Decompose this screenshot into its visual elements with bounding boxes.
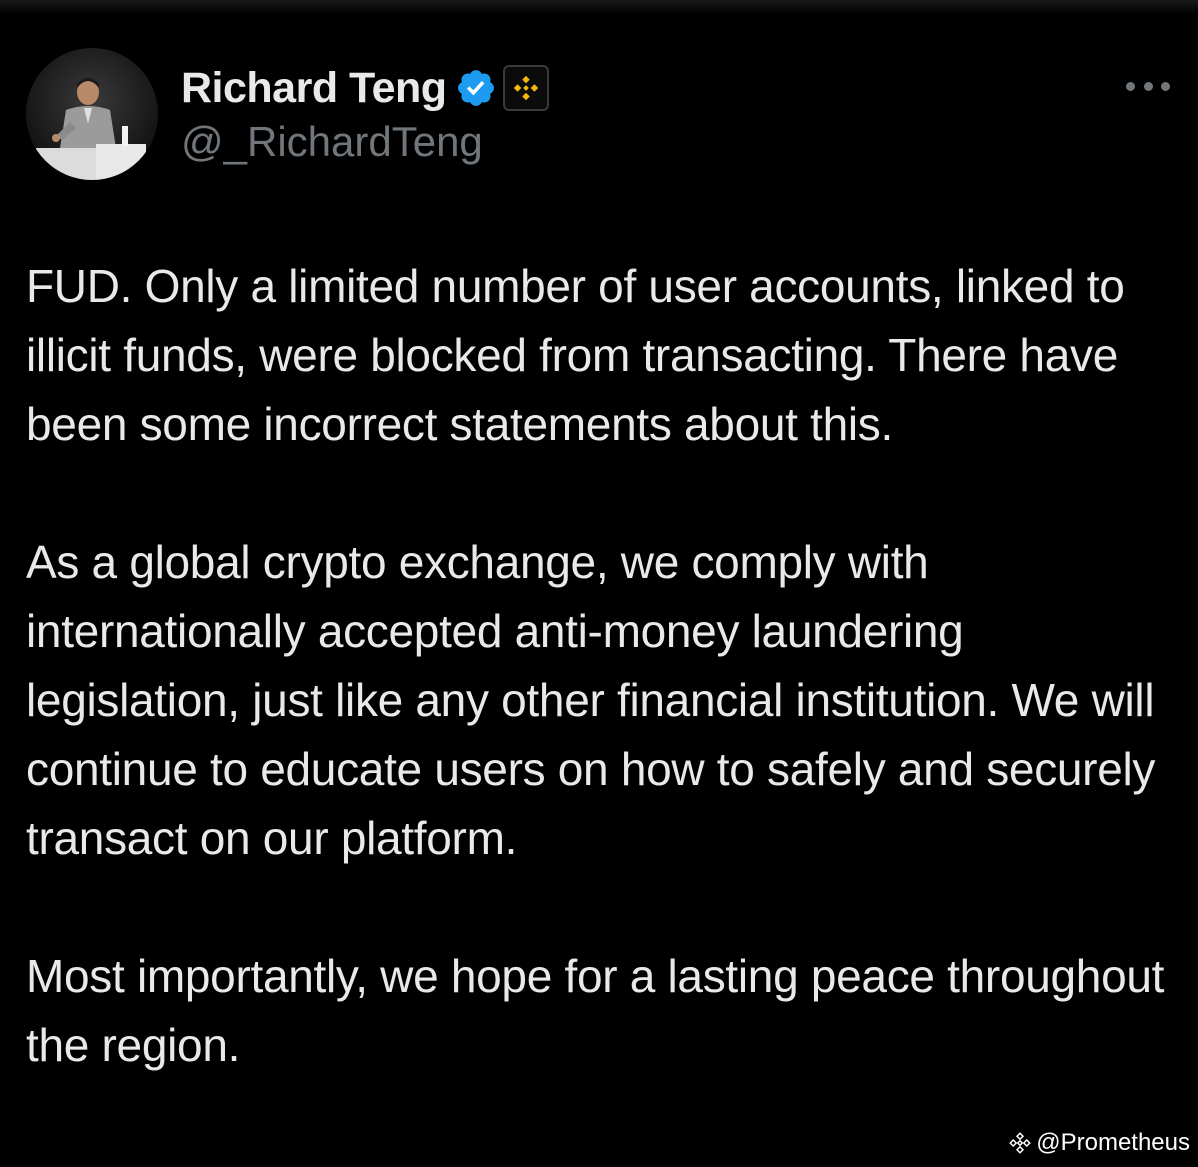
watermark-text: @Prometheus [1036, 1129, 1190, 1156]
more-dot [1126, 81, 1135, 91]
more-dot [1143, 81, 1153, 91]
author-block: Richard Teng @_RichardTeng [181, 62, 549, 166]
top-edge [0, 0, 1198, 14]
tweet-paragraph: As a global crypto exchange, we comply w… [26, 536, 1156, 864]
tweet-text: FUD. Only a limited number of user accou… [26, 252, 1186, 1080]
binance-logo-icon[interactable] [502, 65, 549, 111]
binance-logo-icon [1009, 1132, 1032, 1154]
watermark: @Prometheus [1008, 1129, 1190, 1157]
tweet-paragraph: Most importantly, we hope for a lasting … [26, 950, 1165, 1071]
verified-check-icon [455, 67, 497, 109]
handle[interactable]: @_RichardTeng [181, 118, 549, 166]
display-name[interactable]: Richard Teng [181, 64, 447, 113]
tweet-header: Richard Teng @_RichardTeng [26, 48, 1176, 182]
avatar-photo [26, 48, 158, 180]
more-dot [1161, 81, 1170, 91]
avatar[interactable] [26, 48, 158, 180]
more-horizontal-icon[interactable] [1126, 76, 1170, 96]
tweet-paragraph: FUD. Only a limited number of user accou… [26, 260, 1125, 450]
name-row: Richard Teng [181, 62, 549, 114]
